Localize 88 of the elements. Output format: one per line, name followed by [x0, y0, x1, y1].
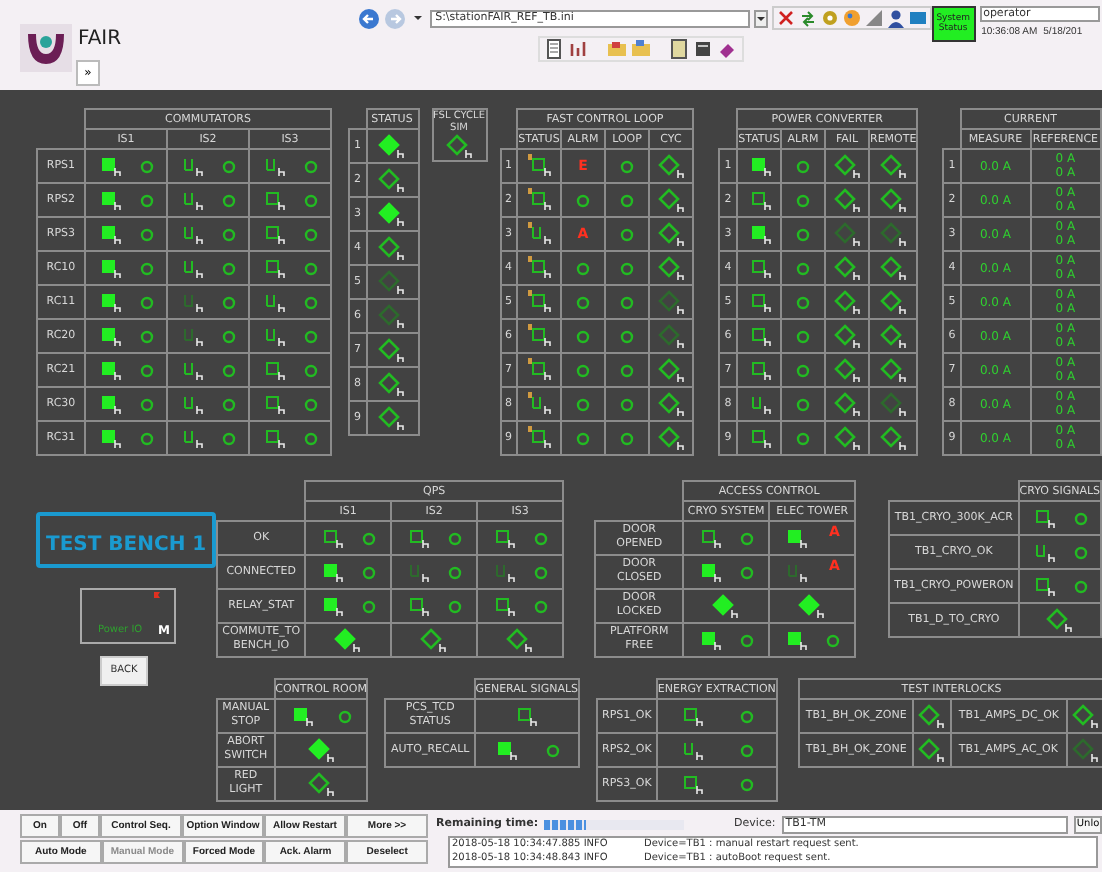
- circle-indicator-icon: [576, 363, 590, 377]
- circle-indicator-icon: [362, 531, 377, 545]
- dropdown-icon[interactable]: [409, 10, 426, 26]
- circle-indicator-icon: [796, 431, 810, 445]
- circle-indicator-icon: [303, 397, 318, 411]
- logo-icon: [20, 24, 72, 72]
- circle-indicator-icon: [620, 363, 634, 377]
- circle-indicator-icon: [620, 295, 634, 309]
- circle-indicator-icon: [221, 397, 236, 411]
- circle-indicator-icon: [221, 329, 236, 343]
- circle-indicator-icon: [139, 295, 154, 309]
- circle-indicator-icon: [139, 159, 154, 173]
- arrows-icon[interactable]: [797, 8, 818, 28]
- folder-icon[interactable]: [605, 38, 628, 60]
- circle-indicator-icon: [139, 397, 154, 411]
- circle-indicator-icon: [620, 261, 634, 275]
- circle-indicator-icon: [796, 363, 810, 377]
- close-icon[interactable]: [775, 8, 796, 28]
- circle-indicator-icon: [796, 329, 810, 343]
- circle-indicator-icon: [337, 709, 352, 723]
- circle-indicator-icon: [303, 159, 318, 173]
- circle-indicator-icon: [534, 565, 549, 579]
- circle-indicator-icon: [221, 431, 236, 445]
- circle-indicator-icon: [739, 777, 754, 791]
- circle-indicator-icon: [740, 531, 755, 545]
- dropdown-icon[interactable]: [753, 9, 768, 27]
- test-bench-title: TEST BENCH 1: [36, 512, 217, 568]
- circle-indicator-icon: [139, 329, 154, 343]
- circle-indicator-icon: [303, 431, 318, 445]
- circle-indicator-icon: [739, 743, 754, 757]
- circle-indicator-icon: [221, 193, 236, 207]
- circle-indicator-icon: [221, 363, 236, 377]
- app-name: FAIR: [78, 26, 122, 54]
- circle-indicator-icon: [576, 295, 590, 309]
- circle-indicator-icon: [576, 397, 590, 411]
- circle-indicator-icon: [303, 295, 318, 309]
- circle-indicator-icon: [796, 193, 810, 207]
- circle-indicator-icon: [221, 295, 236, 309]
- circle-indicator-icon: [303, 193, 318, 207]
- circle-indicator-icon: [139, 227, 154, 241]
- circle-indicator-icon: [303, 329, 318, 343]
- circle-indicator-icon: [796, 159, 810, 173]
- circle-indicator-icon: [139, 193, 154, 207]
- circle-indicator-icon: [620, 329, 634, 343]
- circle-indicator-icon: [576, 261, 590, 275]
- circle-indicator-icon: [303, 261, 318, 275]
- circle-indicator-icon: [826, 633, 841, 647]
- circle-indicator-icon: [576, 329, 590, 343]
- circle-indicator-icon: [1073, 545, 1088, 559]
- circle-indicator-icon: [576, 431, 590, 445]
- circle-indicator-icon: [362, 599, 377, 613]
- triangle-icon[interactable]: [863, 8, 884, 28]
- circle-indicator-icon: [796, 397, 810, 411]
- circle-indicator-icon: [740, 565, 755, 579]
- chart-icon[interactable]: [567, 38, 590, 60]
- circle-indicator-icon: [796, 227, 810, 241]
- user-icon[interactable]: [885, 8, 906, 28]
- circle-indicator-icon: [221, 159, 236, 173]
- circle-indicator-icon: [739, 709, 754, 723]
- circle-indicator-icon: [139, 431, 154, 445]
- circle-indicator-icon: [139, 363, 154, 377]
- circle-indicator-icon: [534, 531, 549, 545]
- folder-icon[interactable]: [629, 38, 652, 60]
- circle-indicator-icon: [620, 227, 634, 241]
- circle-indicator-icon: [139, 261, 154, 275]
- circle-indicator-icon: [620, 193, 634, 207]
- circle-indicator-icon: [1073, 579, 1088, 593]
- circle-indicator-icon: [620, 431, 634, 445]
- document-icon[interactable]: [543, 38, 566, 60]
- circle-indicator-icon: [362, 565, 377, 579]
- circle-indicator-icon: [796, 261, 810, 275]
- circle-indicator-icon: [221, 261, 236, 275]
- circle-indicator-icon: [448, 599, 463, 613]
- circle-indicator-icon: [303, 227, 318, 241]
- circle-indicator-icon: [545, 743, 560, 757]
- circle-indicator-icon: [221, 227, 236, 241]
- circle-indicator-icon: [534, 599, 549, 613]
- flag-icon: [152, 592, 162, 602]
- circle-indicator-icon: [448, 565, 463, 579]
- circle-indicator-icon: [303, 363, 318, 377]
- circle-indicator-icon: [796, 295, 810, 309]
- circle-indicator-icon: [448, 531, 463, 545]
- circle-indicator-icon: [620, 397, 634, 411]
- circle-indicator-icon: [1073, 511, 1088, 525]
- back-icon[interactable]: [357, 7, 380, 29]
- circle-indicator-icon: [740, 633, 755, 647]
- circle-indicator-icon: [620, 159, 634, 173]
- circle-indicator-icon: [576, 193, 590, 207]
